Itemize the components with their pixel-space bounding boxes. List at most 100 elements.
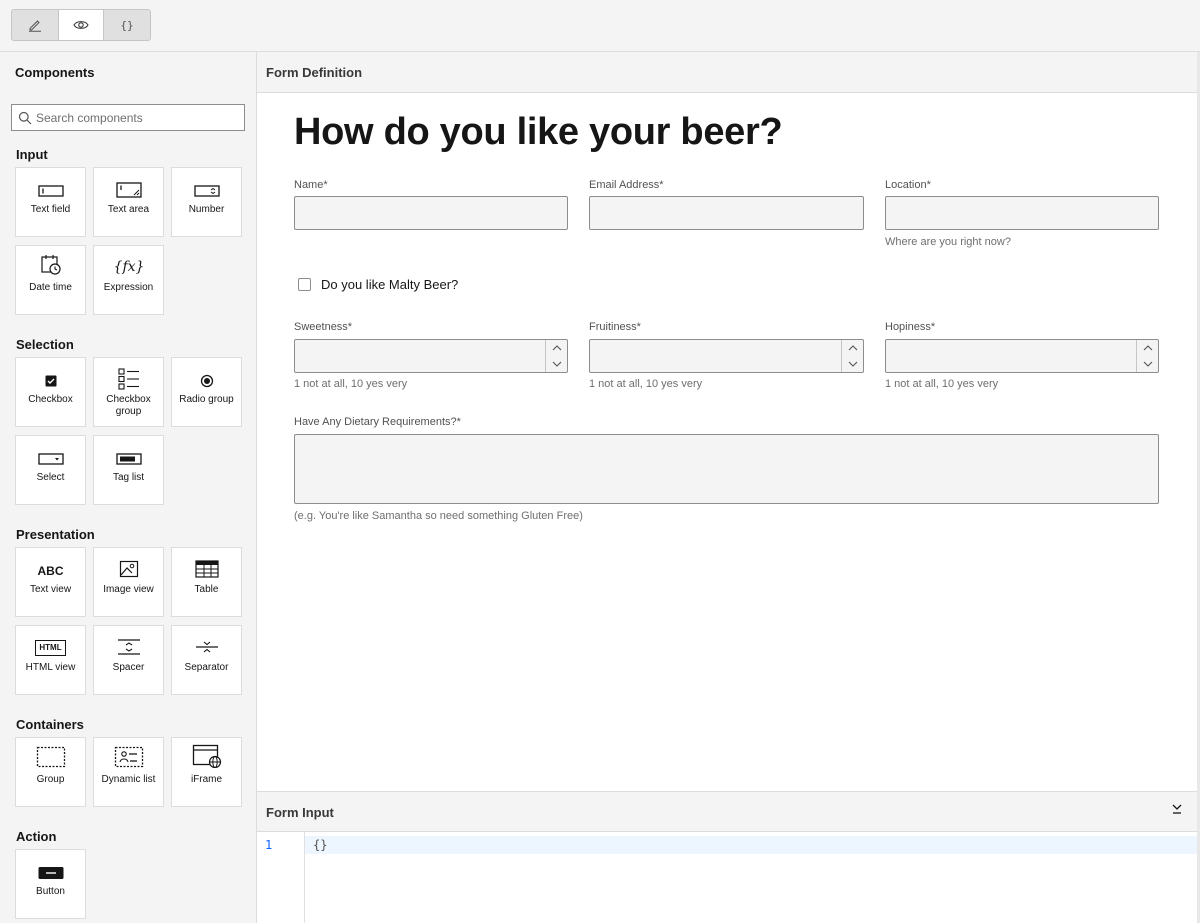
- sweetness-input[interactable]: [294, 339, 568, 373]
- decrement-button[interactable]: [842, 356, 863, 372]
- component-label: iFrame: [190, 774, 223, 785]
- form-definition-title: Form Definition: [266, 65, 363, 80]
- component-expression[interactable]: {fx} Expression: [93, 245, 164, 315]
- dietary-label: Have Any Dietary Requirements?*: [294, 416, 461, 428]
- fruitiness-stepper: [841, 340, 863, 372]
- email-input[interactable]: [589, 196, 864, 230]
- email-label: Email Address*: [589, 179, 664, 191]
- checkbox-checked-icon: [45, 375, 56, 387]
- component-iframe[interactable]: iFrame: [171, 737, 242, 807]
- hopiness-stepper: [1136, 340, 1158, 372]
- tag-list-icon: [115, 453, 142, 465]
- spacer-icon: [117, 639, 140, 655]
- component-label: Select: [36, 472, 65, 483]
- component-label: Number: [188, 204, 225, 215]
- text-view-icon: ABC: [37, 564, 64, 578]
- component-dynamic-list[interactable]: Dynamic list: [93, 737, 164, 807]
- checkbox-group-icon: [117, 368, 139, 390]
- text-area-icon: [115, 182, 142, 198]
- fruitiness-input[interactable]: [589, 339, 864, 373]
- form-input-header[interactable]: Form Input: [257, 791, 1197, 832]
- chevron-up-icon: [848, 345, 857, 351]
- component-label: Dynamic list: [101, 774, 156, 785]
- component-button[interactable]: Button: [15, 849, 86, 919]
- function-icon: {fx}: [115, 259, 143, 275]
- pencil-icon: [29, 20, 41, 32]
- component-spacer[interactable]: Spacer: [93, 625, 164, 695]
- svg-text:{fx}: {fx}: [115, 259, 143, 275]
- malty-beer-checkbox[interactable]: [298, 278, 311, 291]
- increment-button[interactable]: [546, 340, 567, 356]
- number-icon: [193, 185, 220, 197]
- separator-icon: [195, 641, 218, 653]
- form-title: How do you like your beer?: [294, 111, 783, 153]
- group-title-containers: Containers: [16, 717, 84, 732]
- line-number: 1: [265, 838, 273, 852]
- preview-mode-button[interactable]: [58, 10, 104, 40]
- component-text-view[interactable]: ABC Text view: [15, 547, 86, 617]
- form-definition-header: Form Definition: [257, 52, 1197, 93]
- component-checkbox[interactable]: Checkbox: [15, 357, 86, 427]
- component-label: Text field: [30, 204, 71, 215]
- name-input[interactable]: [294, 196, 568, 230]
- increment-button[interactable]: [1137, 340, 1158, 356]
- chevron-up-icon: [552, 345, 561, 351]
- component-label: Expression: [103, 282, 154, 293]
- collapse-icon[interactable]: [1171, 803, 1183, 815]
- hopiness-help: 1 not at all, 10 yes very: [885, 378, 999, 390]
- component-group[interactable]: Group: [15, 737, 86, 807]
- group-title-selection: Selection: [16, 337, 74, 352]
- calendar-clock-icon: [40, 255, 61, 275]
- component-image-view[interactable]: Image view: [93, 547, 164, 617]
- component-number[interactable]: Number: [171, 167, 242, 237]
- radio-icon: [200, 374, 213, 388]
- decrement-button[interactable]: [546, 356, 567, 372]
- group-title-presentation: Presentation: [16, 527, 95, 542]
- html-icon: HTML: [35, 640, 66, 656]
- component-label: Group: [36, 774, 65, 785]
- components-palette: Components Input Text field Text area Nu…: [0, 52, 257, 923]
- braces-icon: {}: [120, 18, 134, 32]
- increment-button[interactable]: [842, 340, 863, 356]
- table-icon: [194, 560, 219, 578]
- location-input[interactable]: [885, 196, 1159, 230]
- component-table[interactable]: Table: [171, 547, 242, 617]
- button-icon: [38, 867, 63, 879]
- malty-beer-label: Do you like Malty Beer?: [321, 277, 459, 292]
- hopiness-input[interactable]: [885, 339, 1159, 373]
- code-text[interactable]: {}: [313, 838, 327, 852]
- component-separator[interactable]: Separator: [171, 625, 242, 695]
- hopiness-label: Hopiness*: [885, 321, 936, 333]
- form-canvas: How do you like your beer? Name* Email A…: [257, 93, 1197, 791]
- dietary-textarea[interactable]: [294, 434, 1159, 504]
- malty-beer-checkbox-row[interactable]: Do you like Malty Beer?: [298, 277, 458, 292]
- component-text-area[interactable]: Text area: [93, 167, 164, 237]
- component-label: HTML view: [25, 662, 76, 673]
- component-html-view[interactable]: HTML HTML view: [15, 625, 86, 695]
- component-label: Separator: [184, 662, 229, 673]
- json-mode-button[interactable]: {}: [104, 10, 150, 40]
- component-select[interactable]: Select: [15, 435, 86, 505]
- dynamic-list-icon: [114, 746, 143, 768]
- name-label: Name*: [294, 179, 328, 191]
- component-label: Tag list: [112, 472, 145, 483]
- component-date-time[interactable]: Date time: [15, 245, 86, 315]
- mode-switcher: {}: [11, 9, 151, 41]
- component-tag-list[interactable]: Tag list: [93, 435, 164, 505]
- decrement-button[interactable]: [1137, 356, 1158, 372]
- json-editor[interactable]: 1 {}: [257, 832, 1197, 923]
- component-radio-group[interactable]: Radio group: [171, 357, 242, 427]
- top-toolbar: {}: [0, 0, 1200, 52]
- search-icon: [18, 111, 32, 125]
- iframe-globe-icon: [192, 744, 221, 768]
- text-field-icon: [37, 185, 64, 197]
- form-input-title: Form Input: [266, 805, 334, 820]
- component-label: Spacer: [112, 662, 145, 673]
- component-label: Image view: [103, 584, 154, 595]
- component-text-field[interactable]: Text field: [15, 167, 86, 237]
- component-label: Table: [194, 584, 219, 595]
- search-input[interactable]: [36, 110, 236, 125]
- edit-mode-button[interactable]: [12, 10, 58, 40]
- sweetness-stepper: [545, 340, 567, 372]
- component-checkbox-group[interactable]: Checkbox group: [93, 357, 164, 427]
